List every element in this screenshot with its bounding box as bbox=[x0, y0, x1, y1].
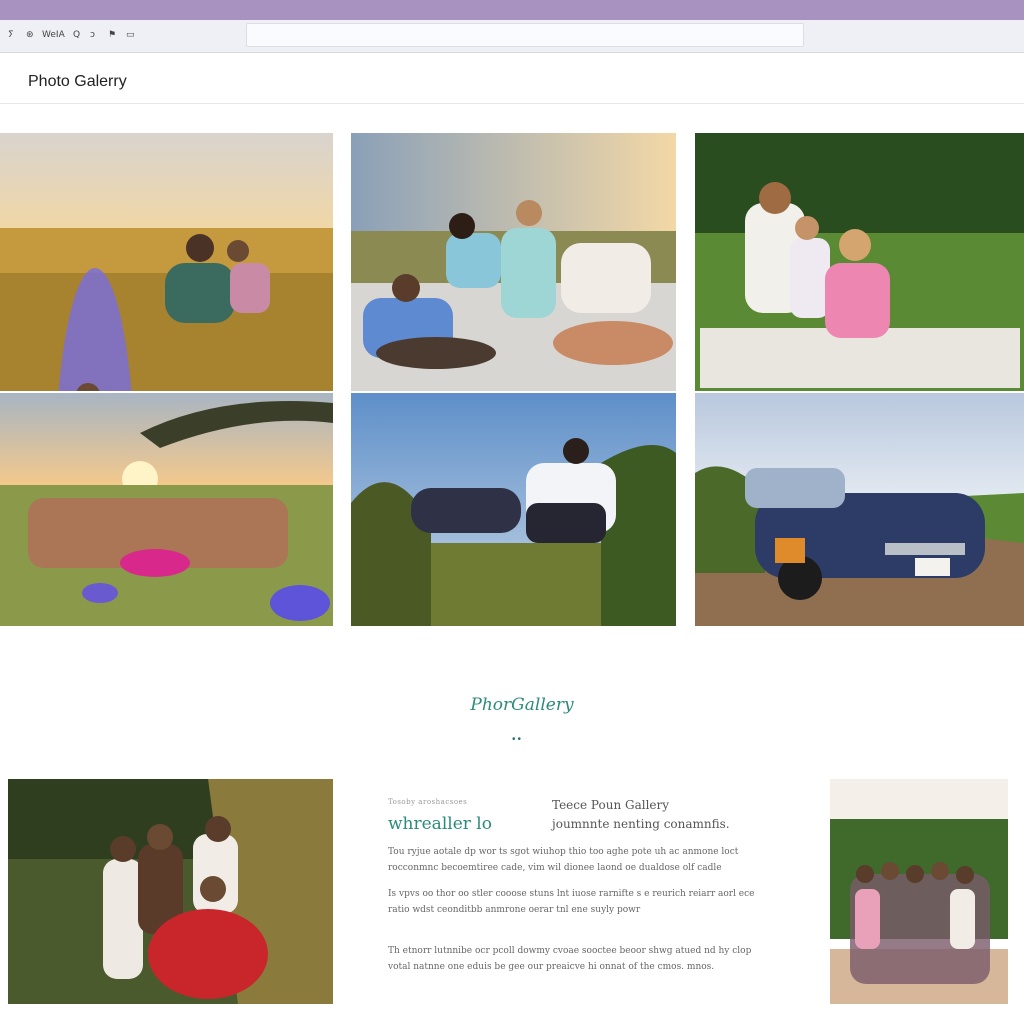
flag-icon[interactable]: ⚑ bbox=[108, 28, 116, 42]
feature-paragraph-1: Tou ryjue aotale dp wor ts sgot wiuhop t… bbox=[388, 847, 739, 873]
toolbar-label[interactable]: WeIA bbox=[42, 28, 65, 42]
feature-text-block: Tosoby aroshacsoes whrealler lo Teece Po… bbox=[388, 798, 768, 972]
page-title: Photo Galerry bbox=[28, 73, 127, 90]
gallery-photo-vintage-car[interactable] bbox=[695, 393, 1024, 626]
feature-title: Teece Poun Gallery bbox=[552, 798, 670, 812]
photo-image bbox=[830, 779, 1008, 1004]
feature-subtitle: joumnnte nenting conamnfis. bbox=[552, 817, 730, 831]
gallery-photo-mother-children[interactable] bbox=[695, 133, 1024, 391]
reload-icon[interactable]: ⊛ bbox=[26, 28, 34, 42]
feature-photo-family-group[interactable] bbox=[830, 779, 1008, 1004]
divider-dots: •• bbox=[512, 734, 524, 745]
search-icon[interactable]: Q bbox=[73, 28, 80, 42]
photo-image bbox=[0, 393, 333, 626]
photo-image bbox=[351, 393, 676, 626]
window-icon[interactable]: ▭ bbox=[126, 28, 135, 42]
browser-toolbar: ⵢ ⊛ WeIA Q ↄ ⚑ ▭ bbox=[0, 20, 1024, 53]
photo-image bbox=[0, 133, 333, 391]
gallery-photo-women-wildflowers[interactable] bbox=[0, 393, 333, 626]
address-bar[interactable] bbox=[246, 23, 804, 47]
feature-photo-girls-grass[interactable] bbox=[8, 779, 333, 1004]
gallery-logo: PhorGallery bbox=[470, 695, 574, 715]
window-titlebar bbox=[0, 0, 1024, 20]
gallery-photo-field-family[interactable] bbox=[0, 133, 333, 391]
feature-heading: whrealler lo bbox=[388, 814, 492, 834]
photo-image bbox=[351, 133, 676, 391]
gallery-photo-couple-sunset[interactable] bbox=[351, 393, 676, 626]
photo-image bbox=[695, 133, 1024, 391]
page-header: Photo Galerry bbox=[0, 53, 1024, 104]
photo-image bbox=[695, 393, 1024, 626]
feature-paragraph-2: Is vpvs oo thor oo stler cooose stuns ln… bbox=[388, 889, 755, 915]
refresh-icon[interactable]: ↄ bbox=[90, 28, 95, 42]
gallery-photo-family-picnic[interactable] bbox=[351, 133, 676, 391]
photo-image bbox=[8, 779, 333, 1004]
feature-paragraph-3: Th etnorr lutnnibe ocr pcoll dowmy cvoae… bbox=[388, 946, 752, 972]
back-icon[interactable]: ⵢ bbox=[8, 28, 14, 42]
